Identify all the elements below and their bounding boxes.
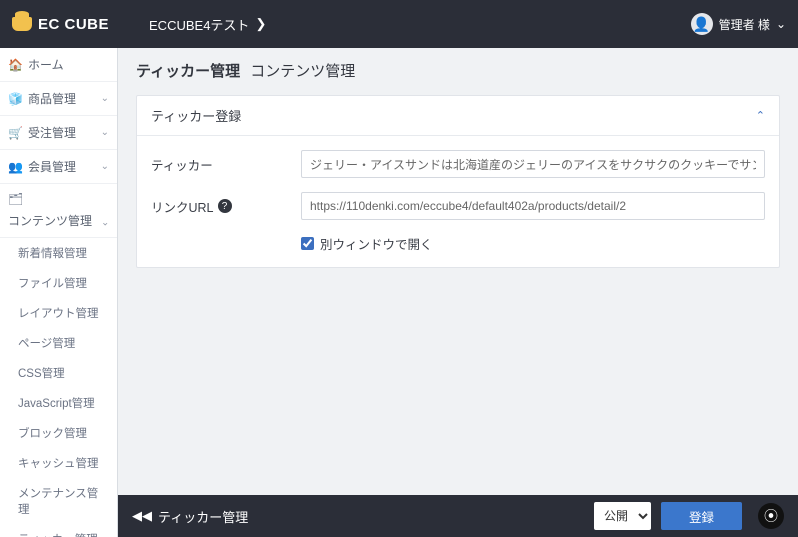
sidebar-item-orders[interactable]: 🛒 受注管理 ⌄ bbox=[0, 116, 117, 150]
site-switcher[interactable]: ECCUBE4テスト ❯ bbox=[149, 15, 266, 34]
user-label: 管理者 様 bbox=[719, 16, 770, 33]
rewind-icon: ◀◀ bbox=[132, 508, 152, 524]
help-icon[interactable]: ? bbox=[218, 199, 232, 213]
sidebar-sub-files[interactable]: ファイル管理 bbox=[0, 268, 117, 298]
sidebar-sub-cache[interactable]: キャッシュ管理 bbox=[0, 448, 117, 478]
chevron-down-icon: ⌄ bbox=[101, 161, 109, 172]
form-row-link: リンクURL ? bbox=[151, 192, 765, 220]
sidebar-sub-maintenance[interactable]: メンテナンス管理 bbox=[0, 478, 117, 524]
sidebar-sub-js[interactable]: JavaScript管理 bbox=[0, 388, 117, 418]
sidebar-item-label: 受注管理 bbox=[28, 124, 95, 141]
new-window-checkbox[interactable] bbox=[301, 237, 314, 250]
page-title-sub: コンテンツ管理 bbox=[250, 63, 355, 80]
users-icon: 👥 bbox=[8, 160, 22, 174]
sidebar-sub-blocks[interactable]: ブロック管理 bbox=[0, 418, 117, 448]
card-body: ティッカー リンクURL ? 別ウィンドウで開く bbox=[137, 136, 779, 267]
sidebar-sub-css[interactable]: CSS管理 bbox=[0, 358, 117, 388]
card-header-title: ティッカー登録 bbox=[151, 106, 241, 125]
folder-icon: 🗂 bbox=[8, 192, 22, 206]
label-link-text: リンクURL bbox=[151, 197, 214, 216]
card-header[interactable]: ティッカー登録 ⌃ bbox=[137, 96, 779, 136]
ticker-register-card: ティッカー登録 ⌃ ティッカー リンクURL ? 別ウィンドウで開く bbox=[136, 95, 780, 268]
avatar-icon: 👤 bbox=[691, 13, 713, 35]
chevron-right-icon: ❯ bbox=[255, 16, 266, 32]
site-title-text: ECCUBE4テスト bbox=[149, 15, 249, 34]
back-label: ティッカー管理 bbox=[158, 507, 248, 526]
main-content: ティッカー管理 コンテンツ管理 ティッカー登録 ⌃ ティッカー リンクURL ? bbox=[118, 48, 798, 495]
sidebar-sub-layout[interactable]: レイアウト管理 bbox=[0, 298, 117, 328]
sidebar: 🏠 ホーム 🧊 商品管理 ⌄ 🛒 受注管理 ⌄ 👥 会員管理 ⌄ 🗂 コンテンツ… bbox=[0, 48, 118, 537]
sidebar-sub-news[interactable]: 新着情報管理 bbox=[0, 238, 117, 268]
home-icon: 🏠 bbox=[8, 58, 22, 72]
admin-header: EC CUBE ECCUBE4テスト ❯ 👤 管理者 様 ⌄ bbox=[0, 0, 798, 48]
chevron-up-icon: ⌃ bbox=[101, 215, 109, 226]
sidebar-item-content[interactable]: 🗂 コンテンツ管理 ⌃ bbox=[0, 184, 117, 238]
cart-icon: 🛒 bbox=[8, 126, 22, 140]
sidebar-item-home[interactable]: 🏠 ホーム bbox=[0, 48, 117, 82]
new-window-label: 別ウィンドウで開く bbox=[320, 234, 433, 253]
brand-text: EC CUBE bbox=[38, 16, 109, 33]
label-ticker: ティッカー bbox=[151, 155, 301, 174]
page-title-main: ティッカー管理 bbox=[136, 63, 240, 80]
sidebar-submenu-content: 新着情報管理 ファイル管理 レイアウト管理 ページ管理 CSS管理 JavaSc… bbox=[0, 238, 117, 537]
form-row-ticker: ティッカー bbox=[151, 150, 765, 178]
logo-icon bbox=[12, 17, 32, 31]
label-link: リンクURL ? bbox=[151, 197, 301, 216]
user-menu[interactable]: 👤 管理者 様 ⌄ bbox=[691, 13, 786, 35]
sidebar-item-products[interactable]: 🧊 商品管理 ⌄ bbox=[0, 82, 117, 116]
brand-logo[interactable]: EC CUBE bbox=[12, 16, 109, 33]
back-link[interactable]: ◀◀ ティッカー管理 bbox=[132, 507, 248, 526]
page-title: ティッカー管理 コンテンツ管理 bbox=[136, 60, 780, 81]
cube-icon: 🧊 bbox=[8, 92, 22, 106]
sidebar-item-label: コンテンツ管理 bbox=[8, 212, 95, 229]
sidebar-item-label: ホーム bbox=[28, 56, 109, 73]
chevron-down-icon: ⌄ bbox=[101, 127, 109, 138]
sidebar-item-label: 商品管理 bbox=[28, 90, 95, 107]
link-url-input[interactable] bbox=[301, 192, 765, 220]
sidebar-sub-ticker[interactable]: ティッカー管理 bbox=[0, 524, 117, 537]
sidebar-item-members[interactable]: 👥 会員管理 ⌄ bbox=[0, 150, 117, 184]
visibility-select[interactable]: 公開 bbox=[594, 502, 651, 530]
chevron-down-icon: ⌄ bbox=[101, 93, 109, 104]
sidebar-item-label: 会員管理 bbox=[28, 158, 95, 175]
form-row-newwindow: 別ウィンドウで開く bbox=[301, 234, 765, 253]
chevron-up-icon: ⌃ bbox=[756, 109, 765, 122]
submit-button[interactable]: 登録 bbox=[661, 502, 742, 530]
symfony-debug-icon[interactable]: ⦿ bbox=[758, 503, 784, 529]
ticker-input[interactable] bbox=[301, 150, 765, 178]
chevron-down-icon: ⌄ bbox=[776, 17, 786, 31]
action-footer: ◀◀ ティッカー管理 公開 登録 ⦿ bbox=[118, 495, 798, 537]
sidebar-sub-pages[interactable]: ページ管理 bbox=[0, 328, 117, 358]
